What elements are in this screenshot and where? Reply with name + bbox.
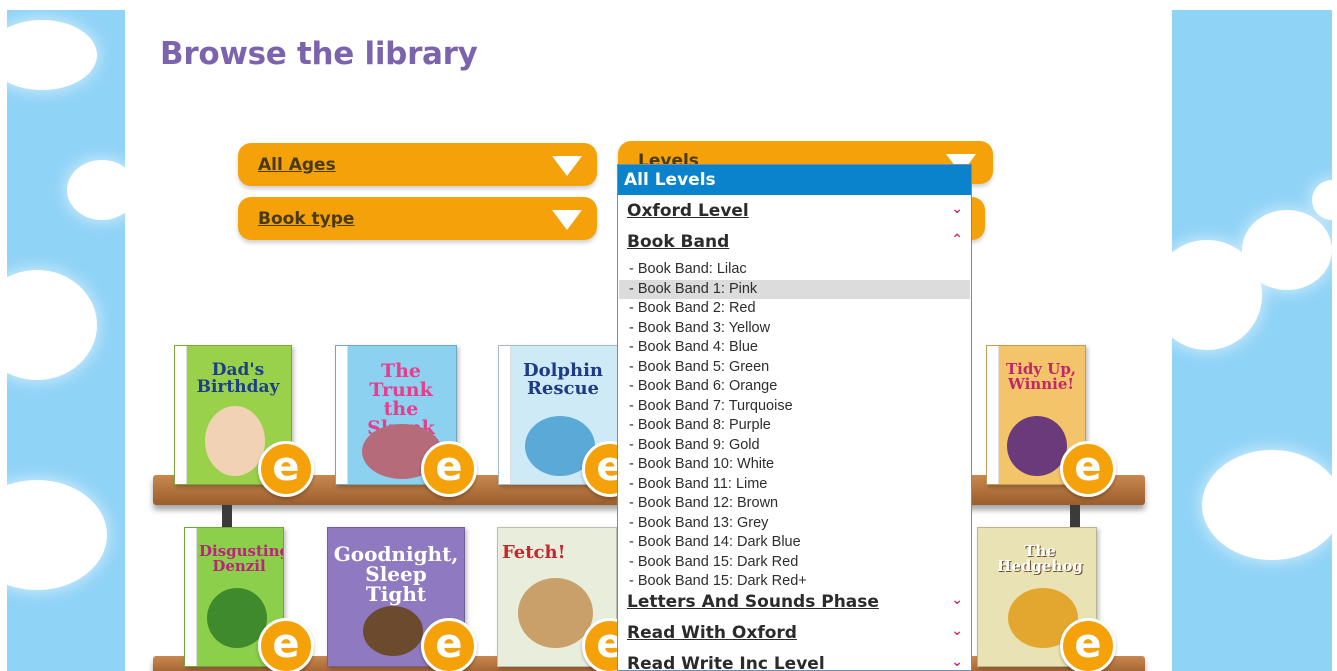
book-spine <box>185 528 197 666</box>
book-spine <box>499 346 511 484</box>
menu-option-all-levels[interactable]: All Levels <box>618 165 971 195</box>
menu-option-book-band[interactable]: - Book Band 2: Red <box>619 299 970 319</box>
book-illustration <box>205 406 265 476</box>
menu-category-read-write-inc[interactable]: Read Write Inc Level ⌄ <box>627 654 963 671</box>
menu-option-book-band[interactable]: - Book Band 14: Dark Blue <box>619 533 970 553</box>
ebook-badge-icon[interactable]: e <box>1060 441 1116 497</box>
ebook-badge-icon[interactable]: e <box>258 618 314 671</box>
cloud-decoration <box>67 160 125 220</box>
chevron-down-icon: ⌄ <box>951 201 963 217</box>
sky-background-left <box>7 10 125 671</box>
sky-background-right <box>1172 10 1332 671</box>
menu-option-book-band[interactable]: - Book Band 10: White <box>619 455 970 475</box>
cloud-decoration <box>1312 180 1332 220</box>
menu-option-book-band[interactable]: - Book Band 15: Dark Red <box>619 553 970 573</box>
menu-category-label: Read With Oxford <box>627 623 797 643</box>
age-filter-label: All Ages <box>258 155 336 175</box>
ebook-badge-icon[interactable]: e <box>258 441 314 497</box>
menu-option-book-band[interactable]: - Book Band 3: Yellow <box>619 319 970 339</box>
book-title: Dad's Birthday <box>196 360 280 397</box>
book-spine <box>336 346 348 484</box>
ebook-badge-icon[interactable]: e <box>421 618 477 671</box>
shelf-leg <box>222 505 232 527</box>
book-title: Disgusting Denzil <box>199 542 284 575</box>
book-spine <box>175 346 187 484</box>
chevron-up-icon: ⌃ <box>951 232 963 248</box>
menu-option-book-band[interactable]: - Book Band 1: Pink <box>619 279 970 299</box>
cloud-decoration <box>7 480 107 590</box>
levels-dropdown-menu[interactable]: All Levels Oxford Level ⌄ Book Band ⌃ Le… <box>617 164 972 671</box>
menu-option-book-band[interactable]: - Book Band 9: Gold <box>619 436 970 456</box>
menu-category-read-with-oxford[interactable]: Read With Oxford ⌄ <box>627 623 963 647</box>
menu-option-book-band[interactable]: - Book Band 15: Dark Red+ <box>619 572 970 592</box>
book-title: Goodnight, Sleep Tight <box>333 542 459 606</box>
menu-option-book-band[interactable]: - Book Band 6: Orange <box>619 377 970 397</box>
book-illustration <box>1007 416 1067 476</box>
ebook-badge-icon[interactable]: e <box>421 441 477 497</box>
menu-category-label: Book Band <box>627 232 730 252</box>
chevron-down-icon <box>552 156 582 176</box>
menu-category-oxford-level[interactable]: Oxford Level ⌄ <box>627 201 963 225</box>
menu-category-label: Letters And Sounds Phase <box>627 592 879 612</box>
menu-option-book-band[interactable]: - Book Band 11: Lime <box>619 475 970 495</box>
chevron-down-icon: ⌄ <box>951 592 963 608</box>
cloud-decoration <box>7 20 97 90</box>
age-filter-dropdown[interactable]: All Ages <box>238 143 597 186</box>
menu-category-label: Oxford Level <box>627 201 749 221</box>
menu-category-book-band[interactable]: Book Band ⌃ <box>627 232 963 256</box>
cloud-decoration <box>7 270 97 380</box>
shelf-leg <box>1070 505 1080 527</box>
menu-option-book-band[interactable]: - Book Band 7: Turquoise <box>619 397 970 417</box>
menu-option-book-band[interactable]: - Book Band 12: Brown <box>619 494 970 514</box>
book-title: Tidy Up, Winnie! <box>1005 360 1077 393</box>
chevron-down-icon: ⌄ <box>951 623 963 639</box>
book-type-filter-dropdown[interactable]: Book type <box>238 197 597 240</box>
book-title: Dolphin Rescue <box>522 360 604 399</box>
book-illustration <box>363 606 423 656</box>
menu-option-book-band[interactable]: - Book Band 13: Grey <box>619 514 970 534</box>
menu-option-book-band[interactable]: - Book Band 8: Purple <box>619 416 970 436</box>
page-title: Browse the library <box>160 36 478 72</box>
book-illustration <box>518 578 593 648</box>
menu-option-book-band[interactable]: - Book Band: Lilac <box>619 260 970 280</box>
book-spine <box>987 346 999 484</box>
menu-category-label: Read Write Inc Level <box>627 654 825 671</box>
cloud-decoration <box>1202 450 1332 560</box>
book-title: Fetch! <box>502 542 566 563</box>
chevron-down-icon: ⌄ <box>951 654 963 670</box>
book-title: The Hedgehog <box>997 542 1083 575</box>
menu-option-book-band[interactable]: - Book Band 5: Green <box>619 358 970 378</box>
chevron-down-icon <box>552 210 582 230</box>
cloud-decoration <box>1242 210 1332 290</box>
ebook-badge-icon[interactable]: e <box>1060 618 1116 671</box>
menu-category-letters-and-sounds[interactable]: Letters And Sounds Phase ⌄ <box>627 592 963 616</box>
book-type-filter-label: Book type <box>258 209 355 229</box>
menu-option-book-band[interactable]: - Book Band 4: Blue <box>619 338 970 358</box>
